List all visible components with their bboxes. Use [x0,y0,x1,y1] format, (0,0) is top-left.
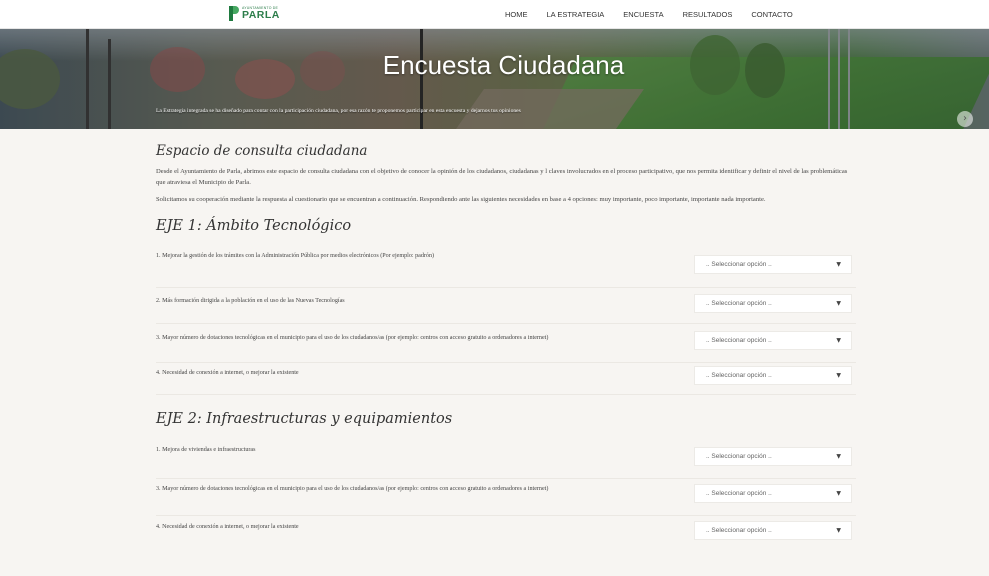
question-text: 1. Mejorar la gestión de los trámites co… [156,252,435,259]
question-text: 1. Mejora de viviendas e infraestructura… [156,446,256,453]
dropdown-caret-icon: ▼ [836,371,841,379]
eje2-title: EJE 2: Infraestructuras y equipamientos [156,410,453,427]
nav-resultados[interactable]: RESULTADOS [683,10,733,19]
eje2-question-list: 1. Mejora de viviendas e infraestructura… [156,444,856,546]
question-row: 1. Mejora de viviendas e infraestructura… [156,444,856,479]
eje1-title: EJE 1: Ámbito Tecnológico [156,217,352,234]
hero-title: Encuesta Ciudadana [382,50,625,80]
select-value: .. Seleccionar opción .. [706,260,772,268]
question-text: 4. Necesidad de conexión a internet, o m… [156,523,299,530]
eje1-question-list: 1. Mejorar la gestión de los trámites co… [156,251,856,395]
select-value: .. Seleccionar opción .. [706,299,772,307]
select-value: .. Seleccionar opción .. [706,452,772,460]
question-text: 3. Mayor número de dotaciones tecnológic… [156,485,549,492]
select-value: .. Seleccionar opción .. [706,526,772,534]
main-nav: HOME LA ESTRATEGIA ENCUESTA RESULTADOS C… [505,0,793,28]
nav-contacto[interactable]: CONTACTO [751,10,792,19]
question-text: 2. Más formación dirigida a la población… [156,297,345,304]
top-navigation-bar: AYUNTAMIENTO DE PARLA HOME LA ESTRATEGIA… [0,0,989,29]
hero-banner: Encuesta Ciudadana La Estrategia integra… [0,29,989,129]
dropdown-caret-icon: ▼ [836,299,841,307]
dropdown-caret-icon: ▼ [836,526,841,534]
dropdown-caret-icon: ▼ [836,489,841,497]
question-row: 4. Necesidad de conexión a internet, o m… [156,363,856,395]
select-value: .. Seleccionar opción .. [706,371,772,379]
question-text: 3. Mayor número de dotaciones tecnológic… [156,334,549,341]
dropdown-caret-icon: ▼ [836,260,841,268]
answer-select[interactable]: .. Seleccionar opción .. ▼ [694,293,852,313]
nav-encuesta[interactable]: ENCUESTA [623,10,663,19]
answer-select[interactable]: .. Seleccionar opción .. ▼ [694,330,852,350]
logo-big-text: PARLA [242,9,280,21]
question-row: 4. Necesidad de conexión a internet, o m… [156,516,856,546]
answer-select[interactable]: .. Seleccionar opción .. ▼ [694,365,852,385]
parla-logo-icon [229,6,239,21]
question-row: 3. Mayor número de dotaciones tecnológic… [156,324,856,363]
answer-select[interactable]: .. Seleccionar opción .. ▼ [694,483,852,503]
question-row: 1. Mejorar la gestión de los trámites co… [156,251,856,288]
intro-paragraph-1: Desde el Ayuntamiento de Parla, abrimos … [156,168,848,186]
answer-select[interactable]: .. Seleccionar opción .. ▼ [694,446,852,466]
dropdown-caret-icon: ▼ [836,336,841,344]
answer-select[interactable]: .. Seleccionar opción .. ▼ [694,520,852,540]
intro-paragraph-2: Solicitamos su cooperación mediante la r… [156,196,766,203]
question-text: 4. Necesidad de conexión a internet, o m… [156,369,299,376]
question-row: 3. Mayor número de dotaciones tecnológic… [156,479,856,516]
question-row: 2. Más formación dirigida a la población… [156,288,856,324]
select-value: .. Seleccionar opción .. [706,489,772,497]
select-value: .. Seleccionar opción .. [706,336,772,344]
carousel-next-icon[interactable]: › [957,111,973,127]
hero-subtitle: La Estrategia integrada se ha diseñado p… [156,108,521,114]
nav-la-estrategia[interactable]: LA ESTRATEGIA [547,10,605,19]
parla-logo[interactable]: AYUNTAMIENTO DE PARLA [229,6,280,21]
nav-home[interactable]: HOME [505,10,528,19]
intro-heading: Espacio de consulta ciudadana [156,143,368,159]
survey-content: Espacio de consulta ciudadana Desde el A… [0,143,856,546]
dropdown-caret-icon: ▼ [836,452,841,460]
answer-select[interactable]: .. Seleccionar opción .. ▼ [694,254,852,274]
